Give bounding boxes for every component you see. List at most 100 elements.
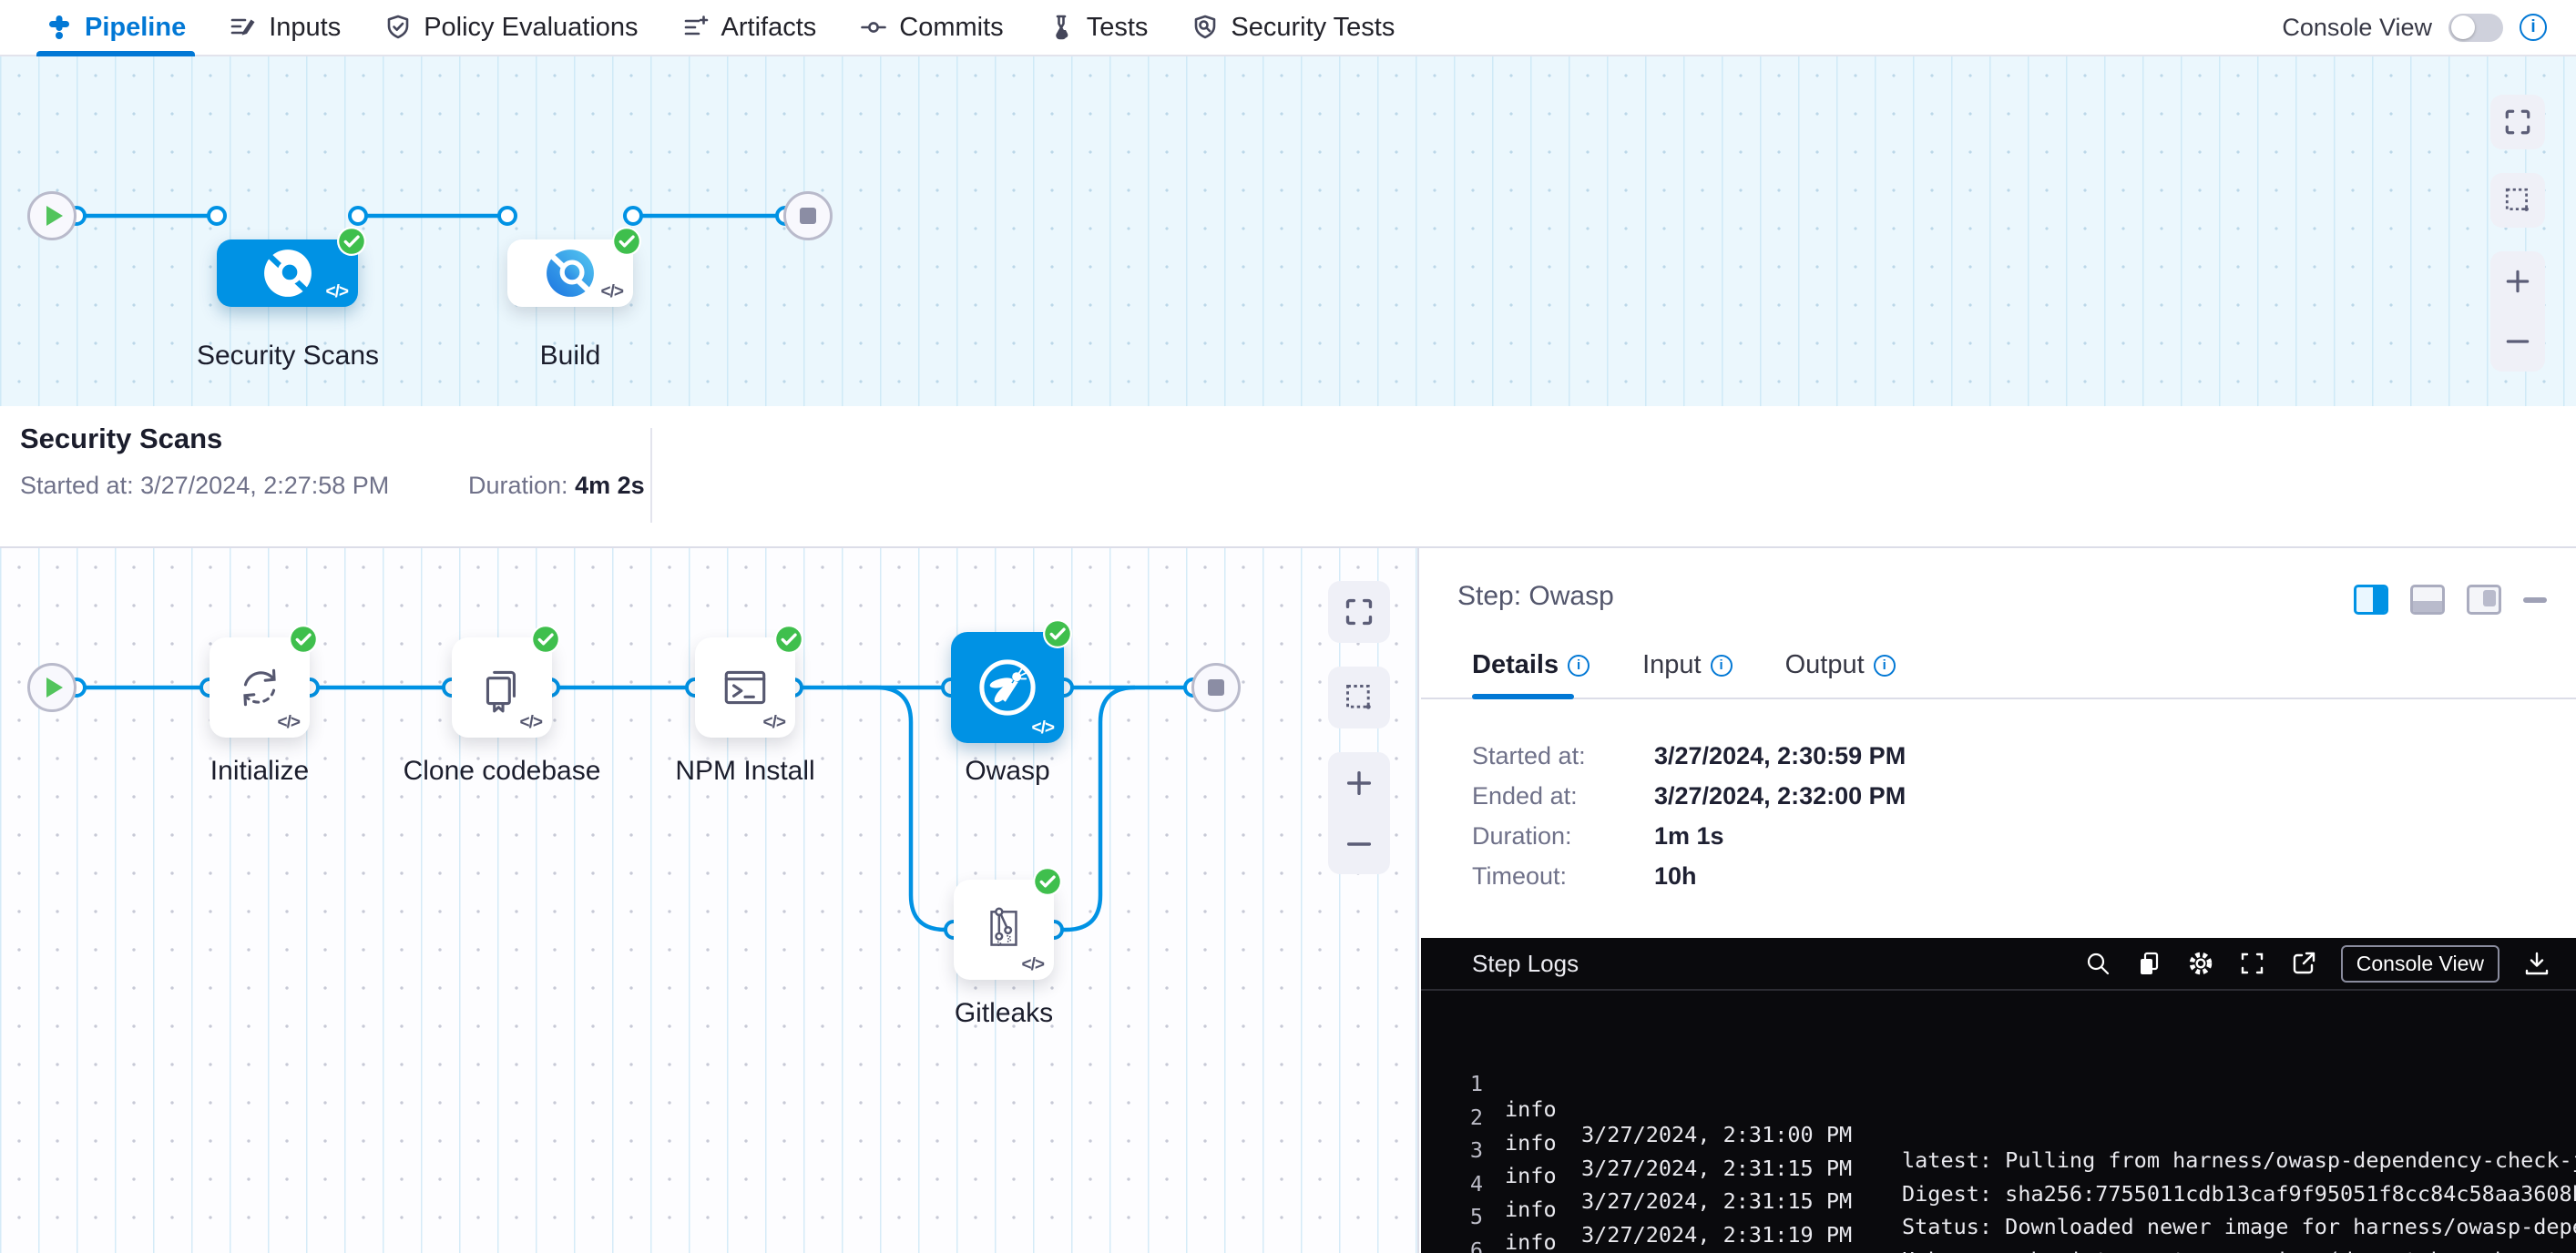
stage-graph-canvas[interactable]: </> Security Scans </> Build <box>0 56 2576 406</box>
step-end-node[interactable] <box>1191 663 1241 712</box>
inputs-icon <box>230 14 257 41</box>
step-node-label: Clone codebase <box>393 756 611 787</box>
active-tab-underline <box>36 51 195 56</box>
tab-input[interactable]: Input i <box>1642 650 1733 680</box>
nav-tab-policy-evaluations[interactable]: Policy Evaluations <box>363 0 659 55</box>
tab-label: Input <box>1642 650 1702 680</box>
select-region-button[interactable] <box>2490 173 2545 228</box>
nav-tab-label: Security Tests <box>1231 13 1395 43</box>
log-lines[interactable]: 1 info 3/27/2024, 2:31:00 PM latest: Pul… <box>1421 1045 2576 1246</box>
detail-value: 10h <box>1654 862 1697 891</box>
started-value: 3/27/2024, 2:27:58 PM <box>140 472 389 499</box>
pipeline-execution-page: Pipeline Inputs Policy Evaluations Artif… <box>0 0 2576 1253</box>
code-badge: </> <box>763 713 785 733</box>
nav-tab-security-tests[interactable]: Security Tests <box>1170 0 1416 55</box>
step-node-npm-install[interactable]: </> <box>695 637 795 738</box>
download-logs-icon[interactable] <box>2523 950 2550 977</box>
console-view-label: Console View <box>2282 14 2432 42</box>
step-node-gitleaks[interactable]: </> <box>954 880 1054 980</box>
started-label: Started at: <box>20 472 134 499</box>
minimize-panel-icon[interactable] <box>2523 597 2547 603</box>
security-stage-icon <box>262 248 313 299</box>
fullscreen-button[interactable] <box>2490 95 2545 149</box>
detail-row-ended-at: Ended at: 3/27/2024, 2:32:00 PM <box>1472 776 1906 816</box>
vertical-divider <box>650 428 652 523</box>
input-info-icon[interactable]: i <box>1711 655 1733 677</box>
code-badge: </> <box>278 713 300 733</box>
clone-codebase-icon <box>475 661 528 714</box>
success-check-badge <box>531 625 560 654</box>
log-line: 5 info 3/27/2024, 2:31:19 PM Using /usr/… <box>1421 1178 2576 1212</box>
step-node-initialize[interactable]: </> <box>210 637 310 738</box>
nav-tab-artifacts[interactable]: Artifacts <box>660 0 839 55</box>
zoom-out-button[interactable] <box>1344 829 1375 860</box>
duration-value: 4m 2s <box>575 472 645 499</box>
zoom-controls <box>2490 251 2545 372</box>
detail-value: 3/27/2024, 2:30:59 PM <box>1654 742 1906 770</box>
layout-floating-panel-icon[interactable] <box>2467 585 2501 615</box>
nav-tab-pipeline[interactable]: Pipeline <box>24 0 208 55</box>
step-logs-title: Step Logs <box>1472 950 1579 978</box>
log-line: 3 info 3/27/2024, 2:31:15 PM Status: Dow… <box>1421 1112 2576 1146</box>
step-logs-header: Step Logs <box>1421 938 2576 991</box>
zoom-in-button[interactable] <box>2503 267 2532 296</box>
step-details-list: Started at: 3/27/2024, 2:30:59 PM Ended … <box>1472 736 1906 896</box>
nav-tab-tests[interactable]: Tests <box>1026 0 1170 55</box>
commits-icon <box>860 14 887 41</box>
open-in-new-tab-icon[interactable] <box>2290 950 2317 977</box>
step-node-clone-codebase[interactable]: </> <box>452 637 552 738</box>
tab-output[interactable]: Output i <box>1785 650 1896 680</box>
success-check-badge <box>1043 619 1072 648</box>
log-line: 4 info 3/27/2024, 2:31:19 PM Unknown rub… <box>1421 1146 2576 1179</box>
zoom-out-button[interactable] <box>2503 327 2532 356</box>
code-badge: </> <box>326 282 348 302</box>
nav-tab-commits[interactable]: Commits <box>838 0 1025 55</box>
npm-install-icon <box>719 661 772 714</box>
step-graph-canvas[interactable]: </> Initialize </> Clone codebase <box>0 548 1419 1253</box>
stage-node-security-scans[interactable]: </> <box>217 239 358 307</box>
detail-label: Timeout: <box>1472 862 1654 891</box>
detail-row-timeout: Timeout: 10h <box>1472 856 1906 896</box>
step-node-label: Gitleaks <box>913 998 1095 1029</box>
console-view-button[interactable]: Console View <box>2341 945 2499 983</box>
expand-logs-icon[interactable] <box>2239 950 2266 977</box>
stage-node-build[interactable]: </> <box>507 239 633 307</box>
step-node-label: Initialize <box>169 756 351 787</box>
select-region-button[interactable] <box>1328 667 1390 728</box>
stage-title: Security Scans <box>20 423 222 455</box>
stage-node-label: Security Scans <box>173 341 403 372</box>
policy-evaluations-icon <box>384 14 412 41</box>
console-view-info-icon[interactable]: i <box>2520 14 2547 41</box>
layout-bottom-panel-icon[interactable] <box>2410 585 2445 615</box>
layout-fill <box>2373 587 2386 612</box>
stage-start-node[interactable] <box>27 191 77 240</box>
toggle-knob <box>2451 15 2475 39</box>
success-check-badge <box>337 227 366 256</box>
success-check-badge <box>612 227 641 256</box>
search-icon[interactable] <box>2084 950 2111 977</box>
fullscreen-button[interactable] <box>1328 581 1390 643</box>
tab-details[interactable]: Details i <box>1472 650 1590 680</box>
stage-end-node[interactable] <box>783 191 833 240</box>
log-line: 2 info 3/27/2024, 2:31:15 PM Digest: sha… <box>1421 1079 2576 1113</box>
nav-tab-label: Policy Evaluations <box>424 13 638 43</box>
detail-row-started-at: Started at: 3/27/2024, 2:30:59 PM <box>1472 736 1906 776</box>
details-info-icon[interactable]: i <box>1568 655 1590 677</box>
settings-gear-icon[interactable] <box>2186 949 2215 978</box>
zoom-in-button[interactable] <box>1344 768 1375 799</box>
log-line: 1 info 3/27/2024, 2:31:00 PM latest: Pul… <box>1421 1045 2576 1079</box>
initialize-icon <box>233 661 286 714</box>
stage-duration: Duration: 4m 2s <box>468 472 645 500</box>
log-line: 6 info 3/27/2024, 2:31:19 PM python3 -m … <box>1421 1212 2576 1246</box>
output-info-icon[interactable]: i <box>1874 655 1896 677</box>
step-start-node[interactable] <box>27 663 77 712</box>
step-logs-panel: Step Logs <box>1421 938 2576 1253</box>
layout-right-panel-icon[interactable] <box>2354 585 2388 615</box>
build-stage-icon <box>545 248 596 299</box>
console-view-toggle[interactable] <box>2448 14 2503 42</box>
nav-tab-inputs[interactable]: Inputs <box>208 0 363 55</box>
step-node-owasp[interactable]: </> <box>951 632 1064 743</box>
copy-icon[interactable] <box>2135 950 2162 977</box>
detail-row-duration: Duration: 1m 1s <box>1472 816 1906 856</box>
success-check-badge <box>774 625 803 654</box>
